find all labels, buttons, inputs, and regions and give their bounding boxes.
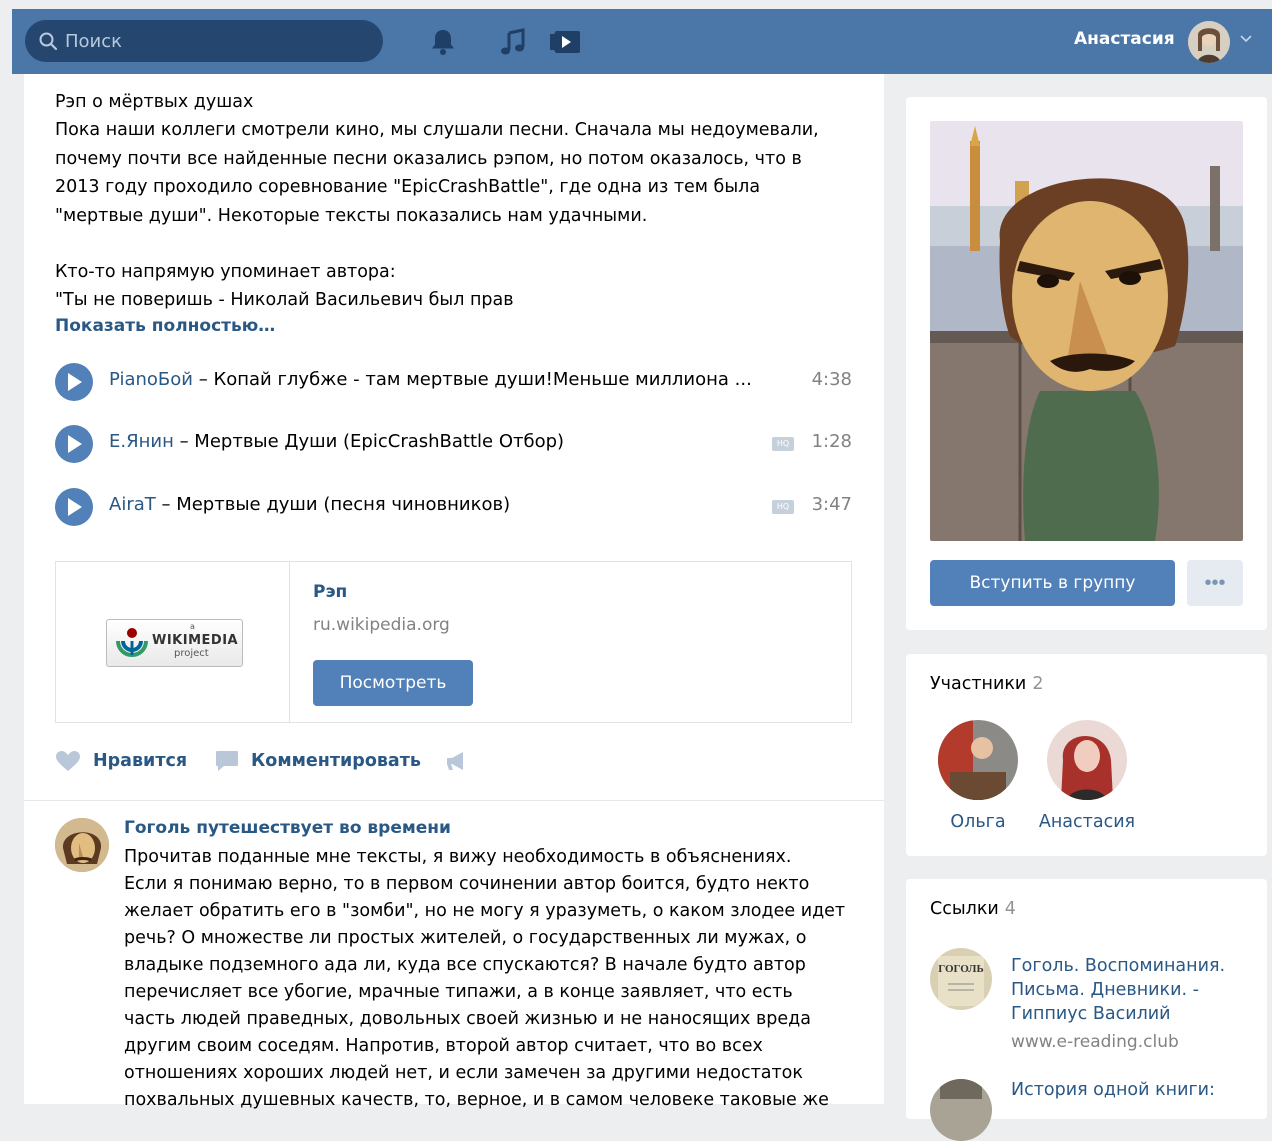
user-avatar[interactable] bbox=[1188, 21, 1230, 63]
audio-track[interactable]: Е.Янин – Мертвые Души (EpicCrashBattle О… bbox=[55, 423, 852, 465]
top-bar: Анастасия bbox=[12, 9, 1272, 74]
play-icon bbox=[68, 435, 82, 453]
bell-icon[interactable] bbox=[426, 25, 460, 59]
track-duration: 1:28 bbox=[811, 431, 852, 452]
track-title: Копай глубже - там мертвые души!Меньше м… bbox=[213, 369, 752, 390]
user-name[interactable]: Анастасия bbox=[1074, 29, 1175, 49]
member-avatar[interactable] bbox=[938, 720, 1018, 800]
comment-author[interactable]: Гоголь путешествует во времени bbox=[124, 818, 451, 838]
post-divider bbox=[24, 800, 884, 801]
post-actions: Нравится Комментировать bbox=[55, 746, 855, 776]
search-input[interactable] bbox=[65, 20, 365, 62]
like-label[interactable]: Нравится bbox=[93, 751, 187, 771]
play-button[interactable] bbox=[55, 488, 93, 526]
group-card: Вступить в группу ••• bbox=[906, 97, 1267, 630]
link-item-title[interactable]: Гоголь. Воспоминания. Письма. Дневники. … bbox=[1011, 954, 1241, 1026]
links-count: 4 bbox=[1004, 899, 1016, 919]
member-avatar[interactable] bbox=[1047, 720, 1127, 800]
comment-icon bbox=[216, 751, 238, 771]
link-title[interactable]: Рэп bbox=[313, 582, 347, 602]
member-name[interactable]: Анастасия bbox=[1032, 812, 1142, 832]
wikimedia-logo: a WIKIMEDIA project bbox=[106, 619, 243, 667]
link-item-title[interactable]: История одной книги: bbox=[1011, 1078, 1241, 1102]
link-attachment[interactable]: a WIKIMEDIA project Рэп ru.wikipedia.org… bbox=[55, 561, 852, 723]
logo-sub: project bbox=[174, 648, 209, 659]
links-title-label[interactable]: Ссылки bbox=[930, 899, 999, 919]
comment-button[interactable]: Комментировать bbox=[215, 746, 421, 776]
search-box[interactable] bbox=[25, 20, 383, 62]
video-icon[interactable] bbox=[548, 25, 582, 59]
play-button[interactable] bbox=[55, 363, 93, 401]
members-card: Участники 2 Ольга Анастасия bbox=[906, 654, 1267, 856]
join-group-button[interactable]: Вступить в группу bbox=[930, 560, 1175, 606]
more-actions-button[interactable]: ••• bbox=[1187, 560, 1243, 606]
play-icon bbox=[68, 373, 82, 391]
members-count: 2 bbox=[1032, 674, 1044, 694]
track-duration: 4:38 bbox=[811, 369, 852, 390]
members-title-label[interactable]: Участники bbox=[930, 674, 1026, 694]
members-title[interactable]: Участники 2 bbox=[930, 674, 1043, 694]
track-duration: 3:47 bbox=[811, 494, 852, 515]
track-title: Мертвые Души (EpicCrashBattle Отбор) bbox=[194, 431, 565, 452]
hq-badge: HQ bbox=[772, 437, 794, 451]
track-artist[interactable]: AiraT bbox=[109, 494, 156, 515]
chevron-down-icon[interactable] bbox=[1240, 35, 1252, 43]
member-name[interactable]: Ольга bbox=[923, 812, 1033, 832]
group-cover-image[interactable] bbox=[930, 121, 1243, 541]
view-button[interactable]: Посмотреть bbox=[313, 660, 473, 706]
share-button[interactable] bbox=[445, 746, 469, 776]
hq-badge: HQ bbox=[772, 500, 794, 514]
link-item-thumbnail[interactable] bbox=[930, 1079, 992, 1141]
show-more-link[interactable]: Показать полностью… bbox=[55, 316, 275, 336]
track-separator: – bbox=[155, 494, 177, 515]
track-title: Мертвые души (песня чиновников) bbox=[176, 494, 511, 515]
post-paragraph: Кто-то напрямую упоминает автора: "Ты не… bbox=[55, 262, 514, 311]
heart-icon bbox=[56, 751, 80, 771]
comment-text: Прочитав поданные мне тексты, я вижу нео… bbox=[124, 847, 846, 1110]
member-item[interactable]: Ольга bbox=[923, 720, 1033, 832]
link-thumbnail[interactable]: a WIKIMEDIA project bbox=[56, 562, 290, 722]
logo-text: WIKIMEDIA bbox=[152, 633, 239, 648]
links-card: Ссылки 4 ГОГОЛЬ Гоголь. Воспоминания. Пис… bbox=[906, 879, 1267, 1141]
track-separator: – bbox=[192, 369, 214, 390]
track-artist[interactable]: Е.Янин bbox=[109, 431, 174, 452]
logo-a: a bbox=[190, 622, 195, 631]
audio-track[interactable]: AiraT – Мертвые души (песня чиновников) … bbox=[55, 486, 852, 528]
link-item-thumbnail[interactable]: ГОГОЛЬ bbox=[930, 948, 992, 1010]
post-text: Рэп о мёртвых душах Пока наши коллеги см… bbox=[55, 88, 855, 315]
link-item-url: www.e-reading.club bbox=[1011, 1032, 1179, 1052]
comment-avatar[interactable] bbox=[55, 818, 109, 872]
play-button[interactable] bbox=[55, 425, 93, 463]
wikimedia-logo-icon bbox=[116, 628, 148, 657]
member-item[interactable]: Анастасия bbox=[1032, 720, 1142, 832]
track-separator: – bbox=[173, 431, 195, 452]
link-domain: ru.wikipedia.org bbox=[313, 615, 450, 635]
search-icon bbox=[39, 32, 57, 50]
audio-track[interactable]: PianoБой – Копай глубже - там мертвые ду… bbox=[55, 361, 852, 403]
book-cover-text: ГОГОЛЬ bbox=[938, 963, 983, 975]
links-title[interactable]: Ссылки 4 bbox=[930, 899, 1016, 919]
play-icon bbox=[68, 498, 82, 516]
comment-label[interactable]: Комментировать bbox=[251, 751, 421, 771]
music-icon[interactable] bbox=[497, 25, 531, 59]
post-paragraph: Рэп о мёртвых душах Пока наши коллеги см… bbox=[55, 92, 819, 226]
megaphone-icon bbox=[447, 752, 463, 770]
track-artist[interactable]: PianoБой bbox=[109, 369, 193, 390]
post-feed: Рэп о мёртвых душах Пока наши коллеги см… bbox=[24, 74, 884, 1110]
like-button[interactable]: Нравится bbox=[55, 746, 187, 776]
